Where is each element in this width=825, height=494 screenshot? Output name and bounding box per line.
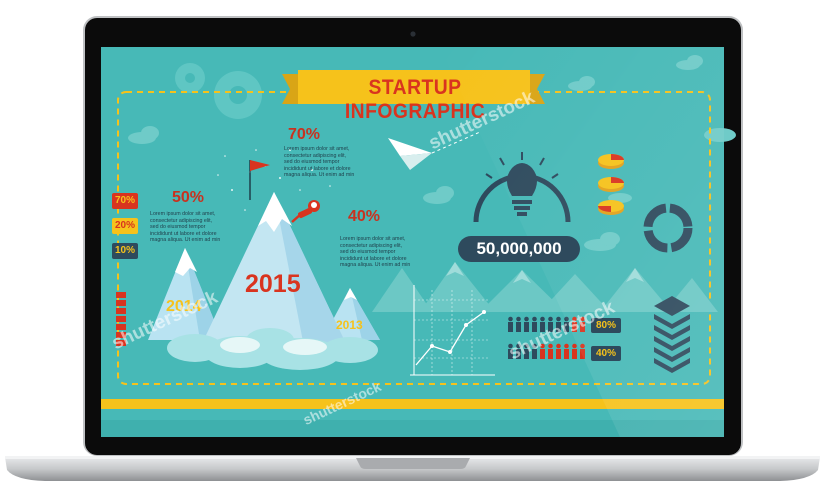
- text-block-top: Lorem ipsum dolor sit amet, consectetur …: [284, 146, 364, 179]
- metric-value-badge: 50,000,000: [458, 236, 580, 262]
- legend-tag-10: 10%: [112, 243, 138, 259]
- legend-tag-20: 20%: [112, 218, 138, 234]
- webcam-icon: [410, 31, 416, 37]
- trackpad-notch: [356, 458, 470, 469]
- percent-label-40: 40%: [348, 208, 381, 225]
- people-stat-40: 40%: [591, 346, 621, 361]
- text-line: sed do eiusmod tempor: [150, 224, 206, 231]
- text-line: Lorem ipsum dolor sit amet,: [340, 236, 406, 242]
- text-block-left: Lorem ipsum dolor sit amet, consectetur …: [150, 211, 230, 244]
- text-line: sed do eiusmod tempor: [340, 249, 396, 256]
- year-label-2013: 2013: [336, 318, 363, 332]
- percent-label-50: 50%: [172, 189, 205, 206]
- text-line: consectetur adipiscing elit,: [150, 217, 213, 224]
- text-line: consectetur adipiscing elit,: [340, 242, 403, 249]
- text-block-right: Lorem ipsum dolor sit amet, consectetur …: [340, 236, 420, 269]
- legend-tag-70: 70%: [112, 193, 138, 209]
- text-line: incididunt ut labore et dolore: [284, 165, 351, 172]
- text-line: incididunt ut labore et dolore: [340, 255, 407, 262]
- percent-label-70: 70%: [288, 126, 321, 143]
- text-line: Lorem ipsum dolor sit amet,: [150, 211, 216, 217]
- text-line: magna aliqua. Ut enim ad min: [150, 237, 221, 244]
- text-line: sed do eiusmod tempor: [284, 159, 340, 166]
- text-line: magna aliqua. Ut enim ad min: [284, 172, 355, 179]
- text-line: incididunt ut labore et dolore: [150, 230, 217, 237]
- year-label-2015: 2015: [245, 270, 301, 298]
- text-line: consectetur adipiscing elit,: [284, 152, 347, 159]
- text-line: magna aliqua. Ut enim ad min: [340, 262, 411, 269]
- text-line: Lorem ipsum dolor sit amet,: [284, 146, 350, 152]
